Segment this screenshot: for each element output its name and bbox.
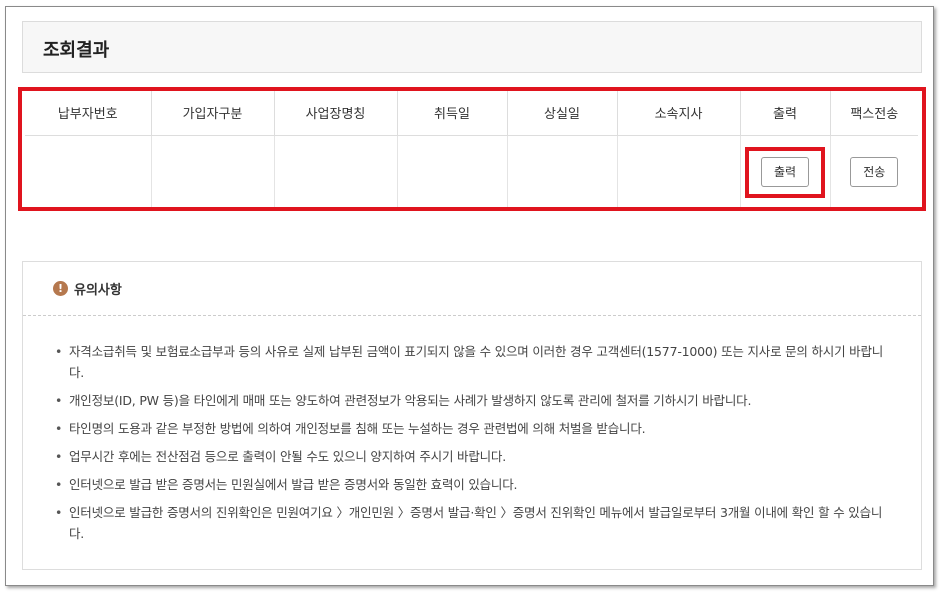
list-item: 타인명의 도용과 같은 부정한 방법에 의하여 개인정보를 침해 또는 누설하는… xyxy=(55,418,891,439)
list-item: 인터넷으로 발급한 증명서의 진위확인은 민원여기요 〉개인민원 〉증명서 발급… xyxy=(55,502,891,544)
notice-header: ! 유의사항 xyxy=(23,262,921,316)
notice-section: ! 유의사항 자격소급취득 및 보험료소급부과 등의 사유로 실제 납부된 금액… xyxy=(22,261,922,570)
notice-title: 유의사항 xyxy=(74,283,122,298)
result-title: 조회결과 xyxy=(43,40,110,61)
result-section-header: 조회결과 xyxy=(22,21,922,73)
list-item: 자격소급취득 및 보험료소급부과 등의 사유로 실제 납부된 금액이 표기되지 … xyxy=(55,341,891,383)
warning-circle-icon: ! xyxy=(53,281,68,296)
list-item: 업무시간 후에는 전산점검 등으로 출력이 안될 수도 있으니 양지하여 주시기… xyxy=(55,446,891,467)
list-item: 개인정보(ID, PW 등)을 타인에게 매매 또는 양도하여 관련정보가 악용… xyxy=(55,390,891,411)
list-item: 인터넷으로 발급 받은 증명서는 민원실에서 발급 받은 증명서와 동일한 효력… xyxy=(55,474,891,495)
print-button-highlight-box xyxy=(745,147,825,198)
notice-list: 자격소급취득 및 보험료소급부과 등의 사유로 실제 납부된 금액이 표기되지 … xyxy=(23,316,921,544)
